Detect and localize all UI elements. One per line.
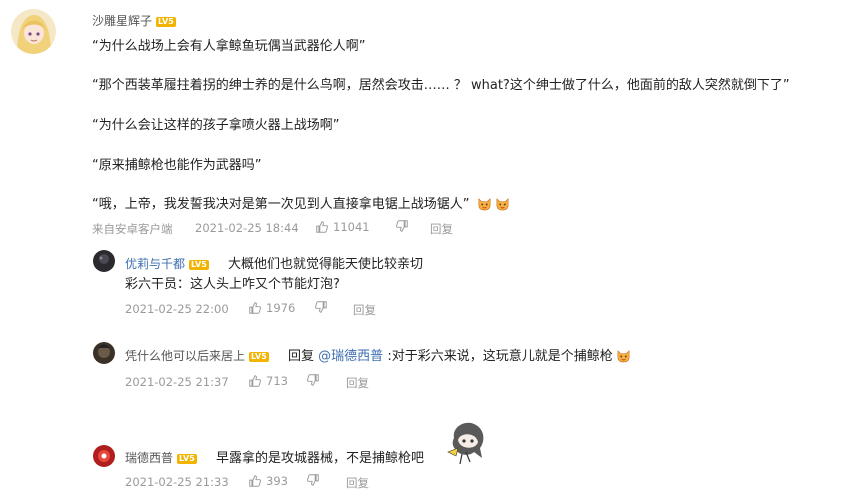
main-author-row: 沙雕星辉子 LV5 xyxy=(92,12,176,29)
level-badge: LV5 xyxy=(249,352,269,362)
main-comment-line-5: “哦，上帝，我发誓我决对是第一次见到人直接拿电锯上战场锯人” xyxy=(92,197,470,212)
level-badge: LV5 xyxy=(189,260,209,270)
like-count: 393 xyxy=(266,474,288,488)
cat-face-emoji-icon xyxy=(616,348,631,363)
thumbs-down-icon xyxy=(307,474,319,486)
reply-author-row: 凭什么他可以后来居上 LV5 xyxy=(125,347,269,364)
reply-button[interactable]: 回复 xyxy=(353,302,376,318)
like-button[interactable]: 713 xyxy=(248,374,288,388)
reply-button[interactable]: 回复 xyxy=(430,221,453,237)
reply-avatar[interactable] xyxy=(93,342,115,364)
main-comment-time: 2021-02-25 18:44 xyxy=(195,221,299,235)
main-comment-line-5-row: “哦，上帝，我发誓我决对是第一次见到人直接拿电锯上战场锯人” xyxy=(92,193,510,212)
dislike-button[interactable] xyxy=(395,219,409,233)
reply-avatar[interactable] xyxy=(93,445,115,467)
reply-text: :对于彩六来说，这玩意儿就是个捕鲸枪 xyxy=(387,349,613,364)
reply-author-name[interactable]: 优莉与千都 xyxy=(125,257,185,271)
main-author-name[interactable]: 沙雕星辉子 xyxy=(92,14,152,28)
reply-prefix: 回复 xyxy=(288,349,315,364)
reply-text-row: 回复 @瑞德西普 :对于彩六来说，这玩意儿就是个捕鲸枪 xyxy=(288,345,631,364)
cat-face-emoji-icon xyxy=(477,196,492,211)
reply-author-row: 瑞德西普 LV5 xyxy=(125,449,197,466)
thumbs-down-icon xyxy=(396,220,408,232)
main-avatar[interactable] xyxy=(11,9,56,54)
main-comment-line-1: “为什么战场上会有人拿鲸鱼玩偶当武器伦人啊” xyxy=(92,39,366,54)
dislike-button[interactable] xyxy=(314,300,328,314)
reply-text-line-1: 大概他们也就觉得能天使比较亲切 xyxy=(228,257,424,272)
reply-author-name[interactable]: 凭什么他可以后来居上 xyxy=(125,349,245,363)
reply-text: 早露拿的是攻城器械，不是捕鲸枪吧 xyxy=(216,451,425,466)
dislike-button[interactable] xyxy=(306,473,320,487)
mention-link[interactable]: @瑞德西普 xyxy=(318,349,383,364)
cat-face-emoji-icon xyxy=(495,196,510,211)
main-comment-source: 来自安卓客户端 xyxy=(92,222,173,236)
thumbs-up-icon xyxy=(249,475,261,487)
like-count: 1976 xyxy=(266,301,296,315)
reply-button[interactable]: 回复 xyxy=(346,375,369,391)
thumbs-up-icon xyxy=(316,221,328,233)
like-button[interactable]: 11041 xyxy=(315,220,370,234)
thumbs-down-icon xyxy=(307,374,319,386)
reply-avatar[interactable] xyxy=(93,250,115,272)
like-button[interactable]: 1976 xyxy=(248,301,295,315)
reply-time: 2021-02-25 22:00 xyxy=(125,302,229,316)
reply-author-row: 优莉与千都 LV5 xyxy=(125,255,209,272)
like-button[interactable]: 393 xyxy=(248,474,288,488)
like-count: 11041 xyxy=(333,220,370,234)
main-comment-line-2: “那个西装革履拄着拐的绅士养的是什么鸟啊，居然会攻击…… ？ what?这个绅士… xyxy=(92,78,790,93)
level-badge: LV5 xyxy=(177,454,197,464)
main-comment-line-3: “为什么会让这样的孩子拿喷火器上战场啊” xyxy=(92,118,340,133)
thumbs-up-icon xyxy=(249,375,261,387)
chibi-sticker-image xyxy=(444,418,492,470)
reply-text-line-2: 彩六干员：这人头上咋又个节能灯泡? xyxy=(125,277,340,292)
level-badge: LV5 xyxy=(156,17,176,27)
thumbs-up-icon xyxy=(249,302,261,314)
main-comment-line-4: “原来捕鲸枪也能作为武器吗” xyxy=(92,158,262,173)
thumbs-down-icon xyxy=(315,301,327,313)
like-count: 713 xyxy=(266,374,288,388)
reply-time: 2021-02-25 21:33 xyxy=(125,475,229,489)
dislike-button[interactable] xyxy=(306,373,320,387)
reply-button[interactable]: 回复 xyxy=(346,475,369,491)
reply-time: 2021-02-25 21:37 xyxy=(125,375,229,389)
reply-author-name[interactable]: 瑞德西普 xyxy=(125,451,173,465)
